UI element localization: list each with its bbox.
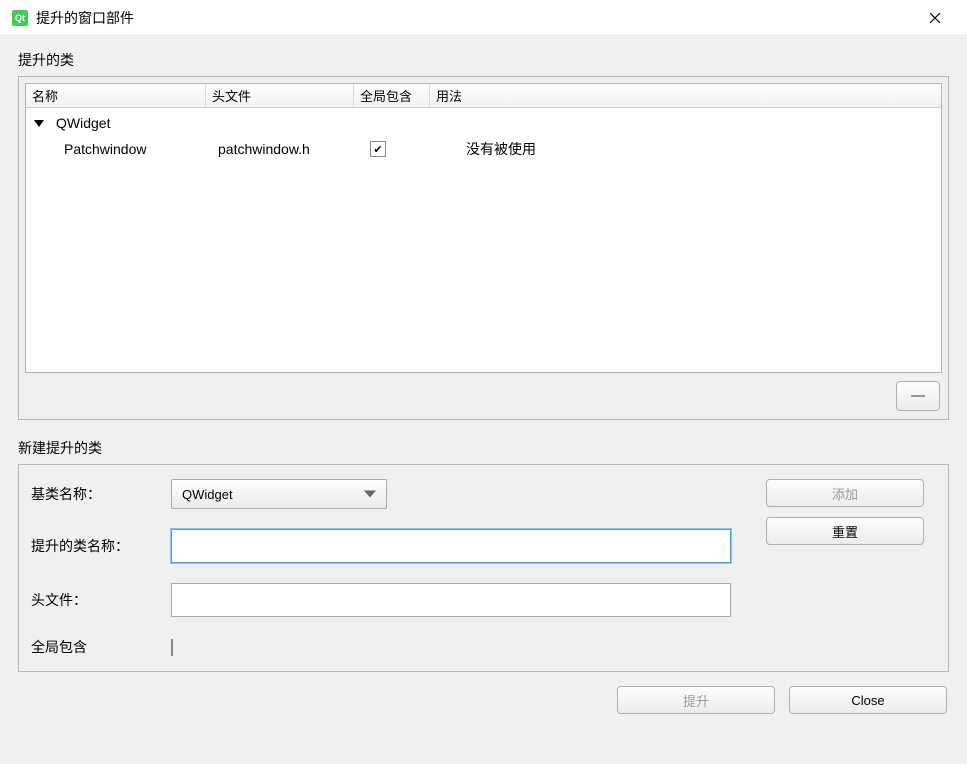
remove-button[interactable] [896, 381, 940, 411]
base-class-label: 基类名称： [31, 484, 171, 504]
add-button[interactable]: 添加 [766, 479, 924, 507]
promoted-item-name: Patchwindow [26, 141, 212, 157]
header-file-label: 头文件： [31, 590, 171, 610]
new-promoted-class-label: 新建提升的类 [18, 438, 949, 458]
close-button[interactable]: Close [789, 686, 947, 714]
global-include-label: 全局包含 [31, 637, 171, 657]
tree-root-row[interactable]: QWidget [26, 110, 941, 136]
promoted-item-header: patchwindow.h [212, 141, 360, 157]
promote-button[interactable]: 提升 [617, 686, 775, 714]
close-icon[interactable] [915, 0, 955, 36]
promoted-item-global: ✔ [360, 141, 436, 157]
tree-header: 名称 头文件 全局包含 用法 [26, 84, 941, 108]
global-include-checkbox[interactable]: ✔ [370, 141, 386, 157]
header-file-input[interactable] [171, 583, 731, 617]
minus-icon [911, 395, 925, 397]
new-promoted-class-panel: 基类名称： QWidget 提升的类名称： 头文件： [18, 464, 949, 672]
base-class-combo[interactable]: QWidget [171, 479, 387, 509]
col-header-name[interactable]: 名称 [26, 84, 206, 107]
tree-child-row[interactable]: Patchwindow patchwindow.h ✔ 没有被使用 [26, 136, 941, 162]
titlebar: Qt 提升的窗口部件 [0, 0, 967, 36]
expand-arrow-icon[interactable] [34, 120, 44, 127]
col-header-headerfile[interactable]: 头文件 [206, 84, 354, 107]
global-include-input[interactable] [171, 639, 173, 656]
promoted-classes-label: 提升的类 [18, 50, 949, 70]
qt-logo-icon: Qt [12, 10, 28, 26]
base-class-value: QWidget [182, 487, 233, 502]
promoted-item-usage: 没有被使用 [436, 139, 941, 159]
promoted-classes-panel: 名称 头文件 全局包含 用法 QWidget Patchwindow patch… [18, 76, 949, 420]
col-header-global[interactable]: 全局包含 [354, 84, 430, 107]
reset-button[interactable]: 重置 [766, 517, 924, 545]
promoted-name-label: 提升的类名称： [31, 536, 171, 556]
root-class-name: QWidget [50, 115, 116, 131]
col-header-usage[interactable]: 用法 [430, 84, 941, 107]
chevron-down-icon [364, 491, 376, 498]
promoted-classes-tree[interactable]: 名称 头文件 全局包含 用法 QWidget Patchwindow patch… [25, 83, 942, 373]
window-title: 提升的窗口部件 [36, 8, 915, 28]
promoted-name-input[interactable] [171, 529, 731, 563]
